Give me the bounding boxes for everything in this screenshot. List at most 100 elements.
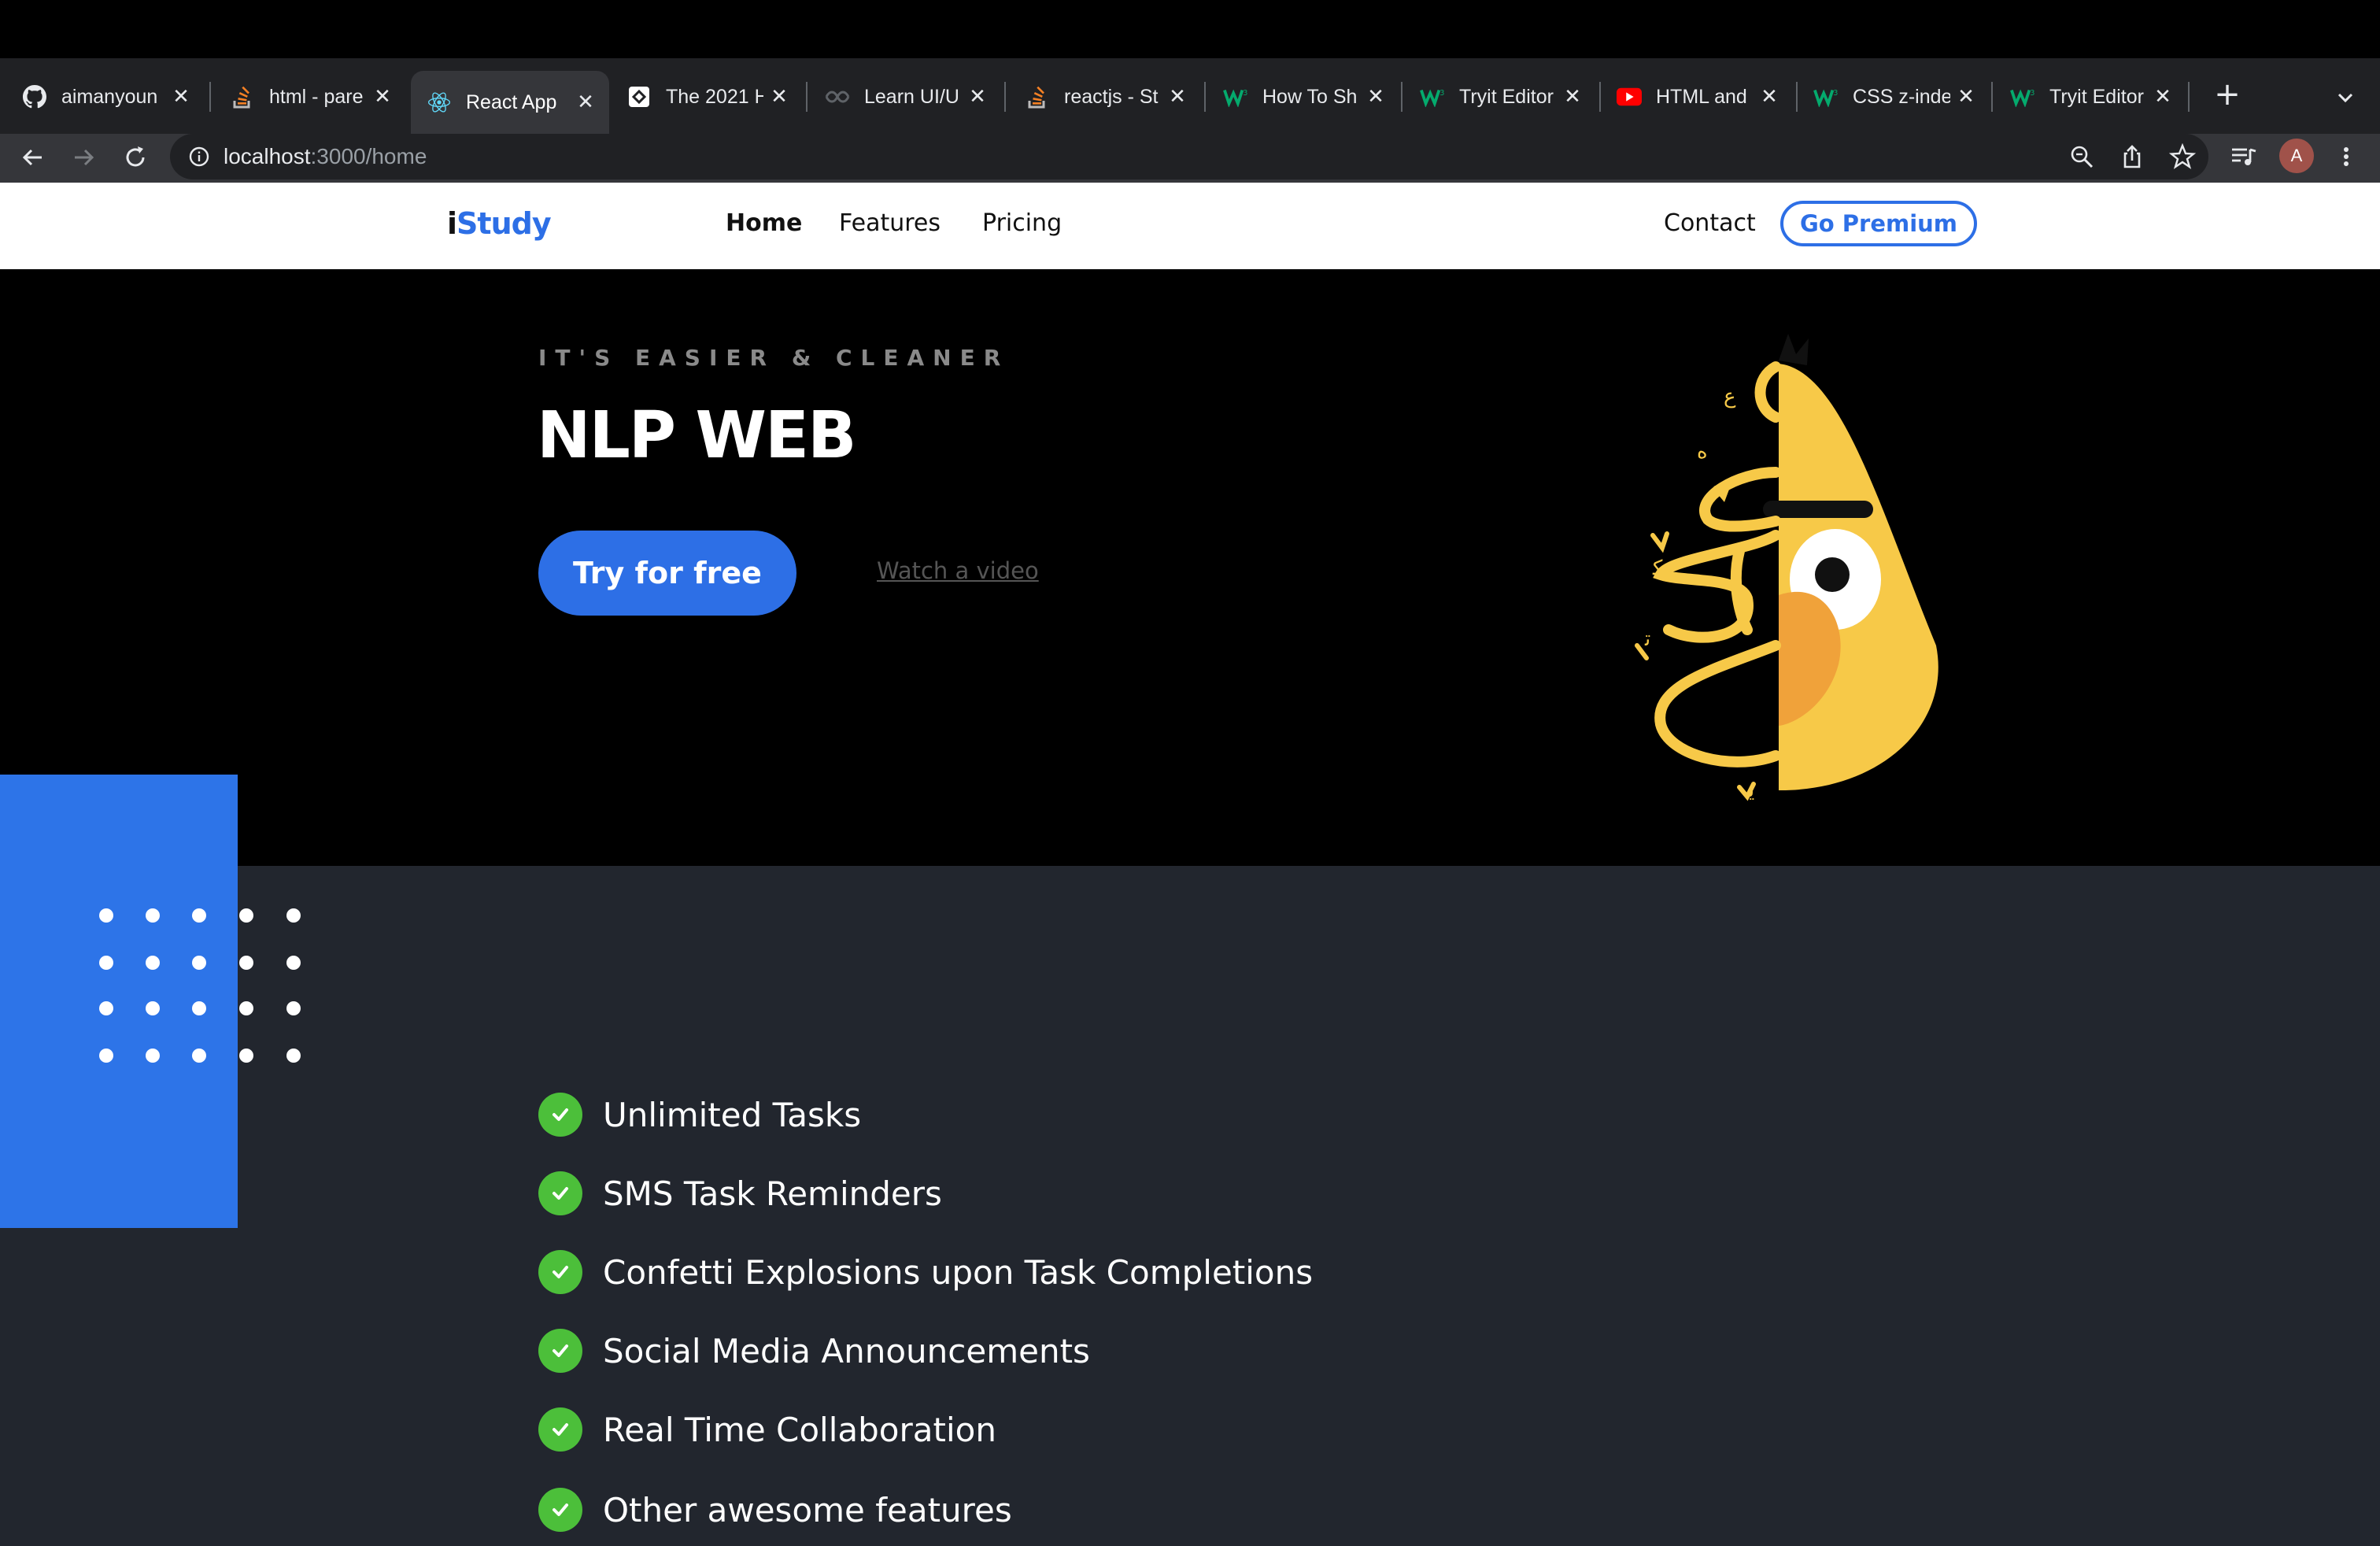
url-host: localhost [224, 144, 311, 168]
forward-button[interactable] [63, 137, 104, 178]
feature-text: SMS Task Reminders [603, 1174, 942, 1213]
arrow-left-icon [22, 149, 42, 166]
tab-css-z-index[interactable]: 3 CSS z-inde ✕ [1798, 71, 1990, 123]
kebab-menu-icon [2344, 147, 2349, 166]
check-icon [538, 1250, 582, 1294]
tab-title: CSS z-inde [1853, 85, 1950, 108]
nav-features[interactable]: Features [839, 209, 941, 237]
arrow-right-icon [75, 149, 94, 166]
dot-grid-decoration [99, 908, 312, 1066]
check-icon [538, 1329, 582, 1373]
feature-text: Real Time Collaboration [603, 1410, 996, 1449]
back-button[interactable] [13, 137, 54, 178]
tab-title: React App [466, 91, 557, 113]
go-premium-button[interactable]: Go Premium [1780, 201, 1977, 246]
feature-item: Other awesome features [538, 1486, 1012, 1533]
share-icon [2123, 145, 2141, 168]
close-icon[interactable]: ✕ [1561, 85, 1584, 109]
reload-button[interactable] [115, 137, 156, 178]
media-button[interactable] [2226, 139, 2262, 175]
tab-tryit-1[interactable]: 3 Tryit Editor ✕ [1404, 71, 1596, 123]
close-icon[interactable]: ✕ [1758, 85, 1780, 109]
feature-text: Unlimited Tasks [603, 1095, 862, 1134]
new-tab-button[interactable]: + [2210, 79, 2245, 113]
hero-title: NLP WEB [537, 398, 856, 473]
tab-title: aimanyoun [61, 85, 158, 108]
bookmark-button[interactable] [2164, 139, 2201, 175]
feature-item: Real Time Collaboration [538, 1406, 996, 1453]
check-icon [538, 1407, 582, 1452]
share-button[interactable] [2114, 139, 2150, 175]
tab-reactjs[interactable]: reactjs - St ✕ [1009, 71, 1201, 123]
tab-title: HTML and [1656, 85, 1747, 108]
tab-title: The 2021 H [666, 85, 763, 108]
close-icon[interactable]: ✕ [575, 91, 597, 114]
tab-separator [806, 82, 808, 112]
tab-html-and[interactable]: HTML and ✕ [1601, 71, 1793, 123]
tab-separator [2188, 82, 2190, 112]
w3schools-icon: 3 [1813, 84, 1839, 109]
feature-item: SMS Task Reminders [538, 1170, 942, 1217]
tab-how-to[interactable]: 3 How To Sh ✕ [1207, 71, 1399, 123]
close-icon[interactable]: ✕ [371, 85, 394, 109]
hero-eyebrow: IT'S EASIER & CLEANER [538, 345, 1010, 371]
reload-icon [126, 146, 145, 167]
tab-title: reactjs - St [1064, 85, 1159, 108]
chevron-down-icon [2338, 93, 2353, 103]
hero-illustration: ه ع ﮐ ﺗ ﻳ [1635, 334, 1938, 802]
close-icon[interactable]: ✕ [768, 85, 790, 109]
url-path: :3000/home [310, 144, 427, 168]
stackoverflow-icon [230, 84, 255, 109]
svg-text:ﺗ: ﺗ [1644, 627, 1650, 651]
profile-avatar[interactable]: A [2279, 139, 2314, 173]
github-icon [22, 84, 47, 109]
url-text[interactable]: localhost:3000/home [224, 139, 427, 175]
check-icon [538, 1171, 582, 1215]
close-icon[interactable]: ✕ [2152, 85, 2174, 109]
tab-title: Learn UI/U [864, 85, 959, 108]
close-icon[interactable]: ✕ [170, 85, 192, 109]
close-icon[interactable]: ✕ [1166, 85, 1188, 109]
logo[interactable]: iStudy [447, 206, 552, 241]
try-for-free-button[interactable]: Try for free [538, 531, 796, 616]
watch-video-link[interactable]: Watch a video [877, 557, 1039, 584]
feature-item: Unlimited Tasks [538, 1091, 861, 1138]
tab-title: How To Sh [1262, 85, 1358, 108]
nav-pricing[interactable]: Pricing [982, 209, 1062, 237]
stackoverflow-icon [1025, 84, 1050, 109]
tab-react-app[interactable]: React App ✕ [411, 71, 609, 134]
hero-section [0, 269, 2380, 866]
menu-button[interactable] [2328, 139, 2364, 175]
info-icon[interactable] [186, 143, 213, 170]
link-icon [825, 84, 850, 109]
close-icon[interactable]: ✕ [1955, 85, 1977, 109]
nav-contact[interactable]: Contact [1664, 209, 1756, 237]
app-icon [626, 84, 652, 109]
playlist-icon [2232, 148, 2256, 165]
w3schools-icon: 3 [1223, 84, 1248, 109]
logo-i: i [447, 206, 457, 241]
tab-html-parent[interactable]: html - pare ✕ [214, 71, 406, 123]
tab-search-button[interactable] [2330, 82, 2361, 113]
svg-text:3: 3 [2030, 89, 2034, 98]
w3schools-icon: 3 [1420, 84, 1445, 109]
tab-separator [1204, 82, 1206, 112]
feature-text: Social Media Announcements [603, 1331, 1090, 1370]
window-top-strip [0, 0, 2380, 58]
zoom-button[interactable] [2064, 139, 2100, 175]
svg-text:3: 3 [1439, 89, 1444, 98]
svg-text:ه: ه [1697, 440, 1708, 464]
site-header [0, 183, 2380, 269]
svg-text:3: 3 [1243, 89, 1247, 98]
magnifier-icon [2071, 146, 2094, 168]
tab-github[interactable]: aimanyoun ✕ [6, 71, 205, 123]
tab-2021[interactable]: The 2021 H ✕ [611, 71, 803, 123]
tab-learn-ui[interactable]: Learn UI/U ✕ [809, 71, 1001, 123]
close-icon[interactable]: ✕ [966, 85, 989, 109]
svg-text:ع: ع [1724, 385, 1736, 409]
tab-tryit-2[interactable]: 3 Tryit Editor ✕ [1994, 71, 2186, 123]
w3schools-icon: 3 [2010, 84, 2035, 109]
nav-home[interactable]: Home [726, 209, 802, 237]
close-icon[interactable]: ✕ [1365, 85, 1387, 109]
address-bar[interactable] [170, 134, 2208, 179]
